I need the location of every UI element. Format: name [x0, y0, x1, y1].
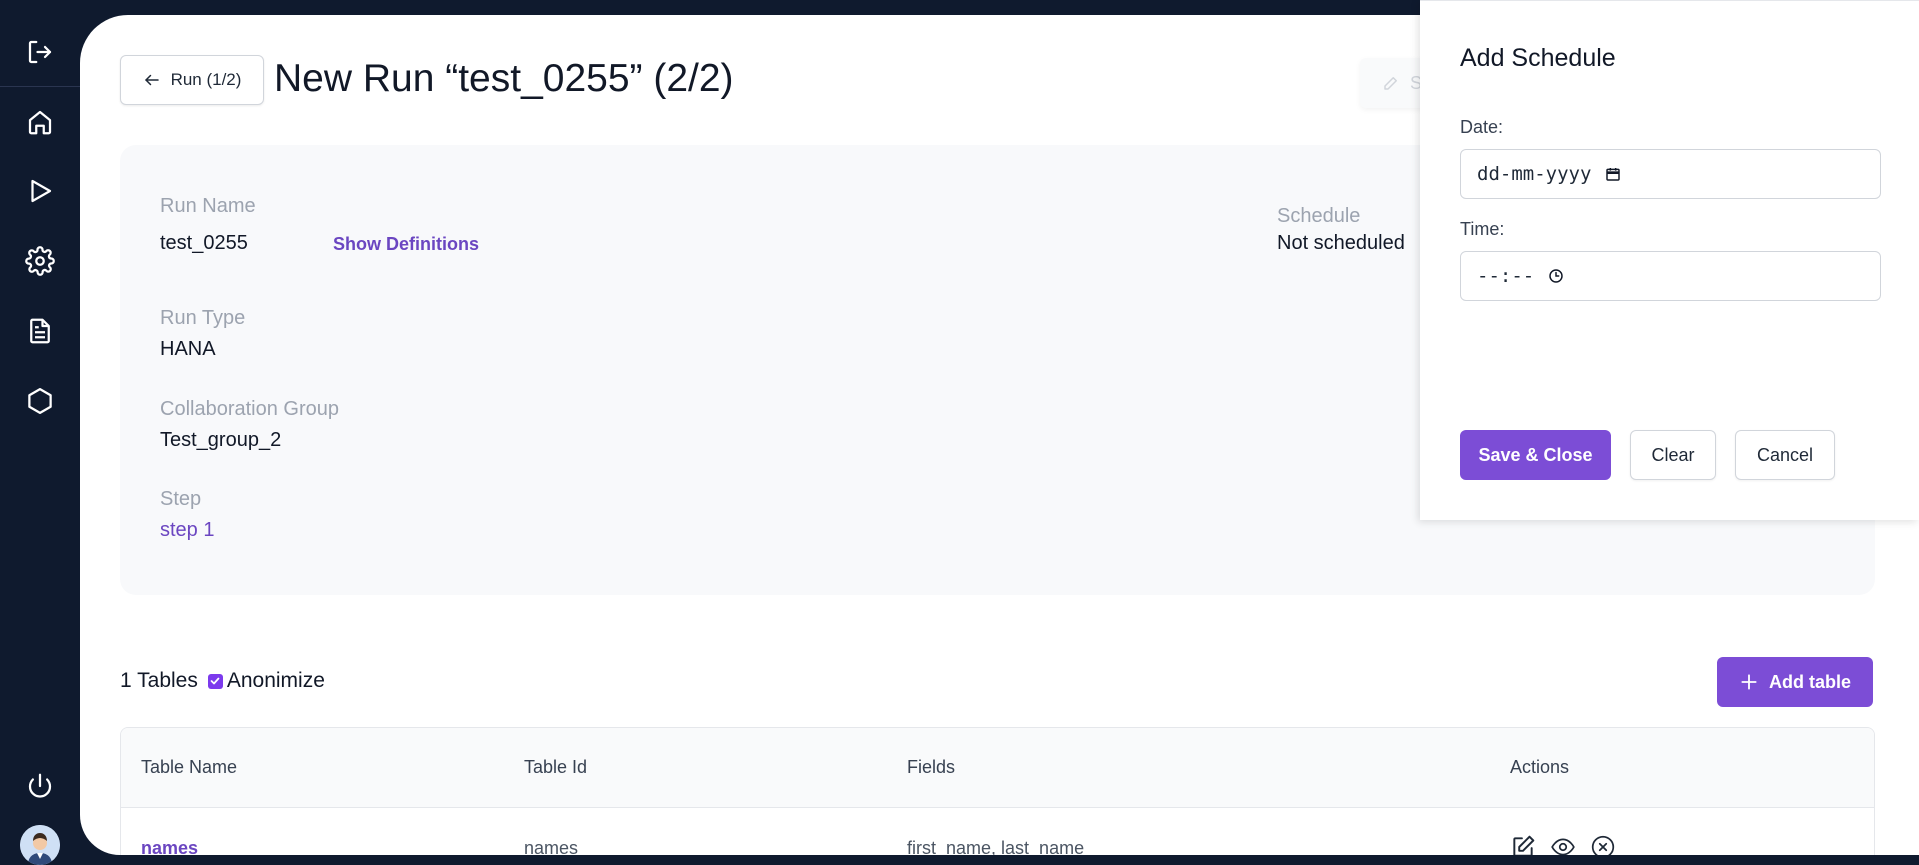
table-row-name[interactable]: names	[141, 838, 198, 855]
add-schedule-modal: Add Schedule Date: dd-mm-yyyy Time: --:-…	[1420, 0, 1919, 520]
anonimize-label: Anonimize	[226, 669, 325, 692]
logout-icon[interactable]	[20, 32, 60, 72]
add-table-button[interactable]: Add table	[1717, 657, 1873, 707]
date-placeholder: dd-mm-yyyy	[1477, 163, 1592, 185]
pencil-icon	[1384, 77, 1397, 90]
sidebar-divider	[0, 86, 80, 87]
time-placeholder: --:--	[1477, 265, 1535, 287]
tables-table: Table Name Table Id Fields Actions names…	[120, 727, 1875, 855]
table-header	[121, 728, 1874, 808]
calendar-icon[interactable]	[1605, 166, 1621, 182]
edit-icon[interactable]	[1510, 834, 1536, 855]
run-type-label: Run Type	[160, 307, 246, 329]
schedule-value: Not scheduled	[1277, 232, 1405, 254]
table-row-fields: first_name, last_name	[907, 838, 1085, 855]
tables-count-label: 1 Tables	[120, 669, 198, 692]
eye-icon[interactable]	[1550, 834, 1576, 855]
modal-title: Add Schedule	[1460, 44, 1616, 72]
step-label: Step	[160, 488, 202, 510]
column-header-table-name[interactable]: Table Name	[141, 757, 237, 778]
check-icon	[210, 677, 220, 685]
hexagon-icon[interactable]	[20, 381, 60, 421]
document-icon[interactable]	[20, 311, 60, 351]
save-close-button[interactable]: Save & Close	[1460, 430, 1611, 480]
clear-button[interactable]: Clear	[1630, 430, 1716, 480]
home-icon[interactable]	[20, 102, 60, 142]
add-table-label: Add table	[1768, 671, 1851, 692]
avatar[interactable]	[20, 825, 60, 865]
plus-icon	[1741, 674, 1757, 690]
column-header-table-id[interactable]: Table Id	[524, 757, 587, 778]
collab-group-value: Test_group_2	[160, 429, 282, 451]
schedule-label: Schedule	[1277, 205, 1361, 227]
arrow-left-icon	[144, 74, 159, 86]
play-icon[interactable]	[20, 171, 60, 211]
date-input[interactable]: dd-mm-yyyy	[1460, 149, 1881, 199]
date-label: Date:	[1460, 117, 1504, 137]
column-header-fields[interactable]: Fields	[907, 757, 955, 778]
clock-icon[interactable]	[1548, 268, 1564, 284]
tables-count: 1 Tables Anonimize	[120, 669, 325, 693]
gear-icon[interactable]	[20, 241, 60, 281]
back-button[interactable]: Run (1/2)	[120, 55, 264, 105]
column-header-actions: Actions	[1510, 757, 1570, 777]
table-row-id: names	[524, 838, 579, 855]
back-button-label: Run (1/2)	[170, 70, 242, 89]
time-label: Time:	[1460, 219, 1505, 239]
run-name-label: Run Name	[160, 195, 256, 217]
sidebar	[0, 0, 80, 865]
remove-icon[interactable]	[1590, 834, 1616, 855]
anonimize-checkbox[interactable]	[207, 673, 223, 689]
run-name-value: test_0255	[160, 232, 248, 254]
run-type-value: HANA	[160, 338, 216, 360]
step-value[interactable]: step 1	[160, 519, 214, 542]
power-icon[interactable]	[20, 766, 60, 806]
time-input[interactable]: --:--	[1460, 251, 1881, 301]
collab-group-label: Collaboration Group	[160, 398, 339, 420]
page-title: New Run “test_0255” (2/2)	[274, 57, 734, 100]
cancel-button[interactable]: Cancel	[1735, 430, 1835, 480]
show-definitions-link[interactable]: Show Definitions	[333, 234, 479, 255]
